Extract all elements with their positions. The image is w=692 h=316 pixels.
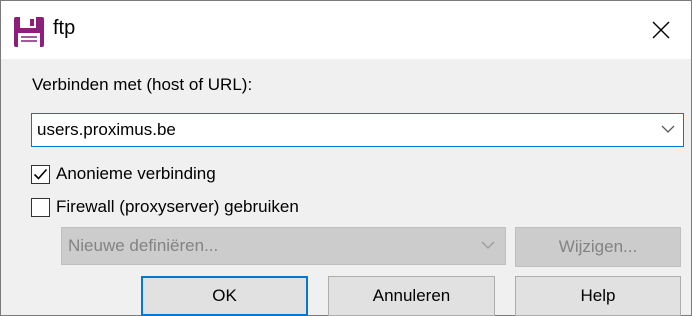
chevron-down-icon <box>481 241 495 249</box>
firewall-option[interactable]: Firewall (proxyserver) gebruiken <box>31 197 299 217</box>
proxy-combobox: Nieuwe definiëren... <box>61 227 506 265</box>
firewall-label: Firewall (proxyserver) gebruiken <box>56 197 299 216</box>
host-label: Verbinden met (host of URL): <box>32 75 253 94</box>
ok-button[interactable]: OK <box>141 276 308 316</box>
anonymous-checkbox[interactable] <box>31 164 50 184</box>
host-combobox[interactable]: users.proximus.be <box>31 113 684 147</box>
window-title: ftp <box>53 17 76 39</box>
floppy-disk-icon <box>13 16 45 48</box>
anonymous-option[interactable]: Anonieme verbinding <box>31 164 216 184</box>
cancel-button[interactable]: Annuleren <box>328 276 495 316</box>
anonymous-label: Anonieme verbinding <box>56 164 216 183</box>
checkmark-icon <box>33 168 48 180</box>
chevron-down-icon[interactable] <box>661 124 675 134</box>
title-bar[interactable]: ftp <box>1 1 691 59</box>
firewall-checkbox[interactable] <box>31 197 50 217</box>
ftp-dialog: ftp Verbinden met (host of URL): users.p… <box>0 0 692 316</box>
proxy-value: Nieuwe definiëren... <box>68 236 219 255</box>
close-button[interactable] <box>631 1 691 59</box>
help-button[interactable]: Help <box>515 276 681 316</box>
change-button: Wijzigen... <box>515 227 681 267</box>
host-input[interactable]: users.proximus.be <box>37 120 176 140</box>
close-icon <box>652 21 670 39</box>
